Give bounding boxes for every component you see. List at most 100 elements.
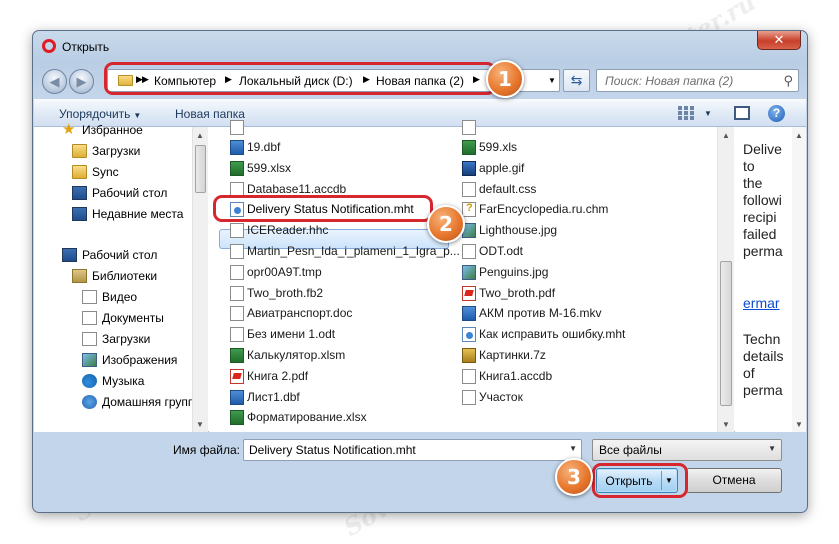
file-name: Лист1.dbf bbox=[247, 389, 300, 404]
scroll-down-icon[interactable]: ▼ bbox=[722, 420, 730, 429]
close-button[interactable]: ✕ bbox=[757, 31, 801, 50]
search-placeholder: Поиск: Новая папка (2) bbox=[605, 74, 734, 88]
file-list: 19.dbf 599.xlsx Database11.accdb Delivery S… bbox=[209, 120, 719, 432]
sidebar-item-label: Документы bbox=[102, 311, 164, 325]
preview-text-line: failed bbox=[743, 226, 777, 242]
file-scroll-thumb[interactable] bbox=[720, 261, 732, 406]
forward-button[interactable]: ▶ bbox=[69, 69, 94, 94]
sidebar-item-label: Видео bbox=[102, 290, 138, 304]
file-name: default.css bbox=[479, 181, 537, 196]
scroll-up-icon[interactable]: ▲ bbox=[722, 131, 730, 140]
sidebar-item-label: Изображения bbox=[102, 353, 178, 367]
search-icon: ⚲ bbox=[783, 73, 793, 88]
file-name: Martin_Pesn_Ida_i_plameni_1_Igra_p... bbox=[247, 244, 460, 258]
window-title: Открыть bbox=[62, 40, 110, 54]
nav-scroll-thumb[interactable] bbox=[195, 145, 206, 193]
accdb-icon bbox=[462, 368, 476, 384]
sidebar-item-label: Рабочий стол bbox=[82, 248, 158, 262]
file-name: Участок bbox=[479, 389, 523, 404]
file-name: Форматирование.xlsx bbox=[247, 410, 367, 425]
preview-text-line: Techn bbox=[743, 331, 781, 347]
scroll-down-icon[interactable]: ▼ bbox=[196, 420, 204, 429]
sidebar-item-label: Sync bbox=[92, 165, 119, 179]
recent-places-icon bbox=[72, 207, 87, 221]
css-icon bbox=[462, 181, 476, 197]
file-name: Как исправить ошибку.mht bbox=[479, 327, 626, 342]
preview-text-line: to bbox=[743, 158, 755, 174]
7z-icon bbox=[462, 348, 476, 363]
filetype-select[interactable]: Все файлы ▼ bbox=[592, 439, 782, 461]
scroll-up-icon[interactable]: ▲ bbox=[196, 131, 204, 140]
sidebar-item-label: Библиотеки bbox=[92, 269, 158, 283]
file-name: ODT.odt bbox=[479, 244, 524, 258]
preview-text-line: followi bbox=[743, 192, 782, 208]
title-bar: Открыть ✕ bbox=[33, 31, 807, 61]
preview-text-line: of bbox=[743, 365, 755, 381]
odt-icon bbox=[230, 327, 244, 343]
star-icon: ★ bbox=[62, 121, 76, 138]
search-input[interactable]: Поиск: Новая папка (2) ⚲ bbox=[596, 69, 799, 92]
scroll-up-icon[interactable]: ▲ bbox=[795, 131, 803, 140]
file-name: Penguins.jpg bbox=[479, 264, 549, 279]
homegroup-icon bbox=[82, 395, 97, 409]
chevron-down-icon[interactable]: ▼ bbox=[569, 444, 577, 453]
sync-folder-icon bbox=[72, 165, 87, 179]
tmp-icon bbox=[230, 264, 244, 280]
back-button[interactable]: ◀ bbox=[42, 69, 67, 94]
preview-text-line: the bbox=[743, 175, 763, 191]
file-list-scrollbar[interactable]: ▲ ▼ bbox=[717, 127, 734, 432]
sidebar-item-label: Загрузки bbox=[102, 332, 151, 346]
change-view-icon[interactable] bbox=[678, 106, 694, 120]
odt-icon bbox=[230, 244, 244, 259]
chevron-down-icon[interactable]: ▼ bbox=[704, 109, 712, 118]
music-library-icon bbox=[82, 374, 97, 388]
file-name: Two_broth.pdf bbox=[479, 285, 556, 300]
callout-badge-1: 1 bbox=[486, 60, 524, 98]
mht-icon bbox=[462, 327, 476, 343]
pictures-library-icon bbox=[82, 353, 97, 367]
chm-help-icon bbox=[462, 202, 476, 218]
file-name: Картинки.7z bbox=[479, 348, 546, 362]
excel-icon bbox=[230, 348, 244, 363]
excel-icon bbox=[230, 410, 244, 426]
filename-input[interactable]: Delivery Status Notification.mht ▼ bbox=[243, 439, 582, 461]
odt-icon bbox=[462, 244, 476, 259]
fb2-icon bbox=[230, 285, 244, 301]
filetype-value: Все файлы bbox=[599, 443, 662, 457]
file-name: Калькулятор.xlsm bbox=[247, 348, 346, 362]
chevron-down-icon[interactable]: ▼ bbox=[548, 76, 556, 85]
file-name: Lighthouse.jpg bbox=[479, 223, 558, 238]
preview-pane-toggle-icon[interactable] bbox=[734, 106, 750, 120]
mkv-icon bbox=[462, 306, 476, 322]
file-name: Книга 2.pdf bbox=[247, 368, 309, 383]
callout-ring-open bbox=[592, 463, 688, 498]
pdf-icon bbox=[462, 285, 476, 301]
organize-menu-button[interactable]: Упорядочить ▼ bbox=[59, 107, 141, 121]
new-folder-button[interactable]: Новая папка bbox=[175, 107, 245, 121]
preview-scrollbar[interactable]: ▲ ▼ bbox=[792, 127, 806, 432]
sidebar-item-label: Музыка bbox=[102, 374, 145, 388]
callout-badge-2: 2 bbox=[427, 205, 465, 243]
preview-pane: ▲ ▼ Delive to the followi recipi failed perma e… bbox=[735, 127, 806, 432]
sidebar-item-label: Домашняя группа bbox=[102, 395, 202, 409]
toolbar: Упорядочить ▼ Новая папка ▼ ? bbox=[34, 99, 806, 127]
help-icon[interactable]: ? bbox=[768, 105, 785, 122]
filename-value: Delivery Status Notification.mht bbox=[249, 443, 416, 457]
file-name: FarEncyclopedia.ru.chm bbox=[479, 202, 609, 217]
scroll-down-icon[interactable]: ▼ bbox=[795, 420, 803, 429]
preview-link[interactable]: ermar bbox=[743, 295, 780, 311]
organize-label: Упорядочить bbox=[59, 107, 131, 121]
navigation-pane: ★ Избранное Загрузки Sync Рабочий стол Недавн… bbox=[34, 122, 207, 432]
pdf-icon bbox=[230, 368, 244, 384]
nav-scrollbar[interactable]: ▲ ▼ bbox=[192, 127, 208, 432]
dbf-icon bbox=[230, 140, 244, 155]
file-icon bbox=[230, 120, 244, 135]
preview-text-line: perma bbox=[743, 382, 783, 398]
dbf-icon bbox=[230, 389, 244, 405]
file-name: 599.xls bbox=[479, 140, 518, 154]
downloads-library-icon bbox=[82, 332, 97, 346]
video-library-icon bbox=[82, 290, 97, 304]
refresh-button[interactable]: ⇆ bbox=[563, 69, 590, 92]
cancel-button[interactable]: Отмена bbox=[686, 468, 782, 493]
file-name: Two_broth.fb2 bbox=[247, 285, 324, 300]
